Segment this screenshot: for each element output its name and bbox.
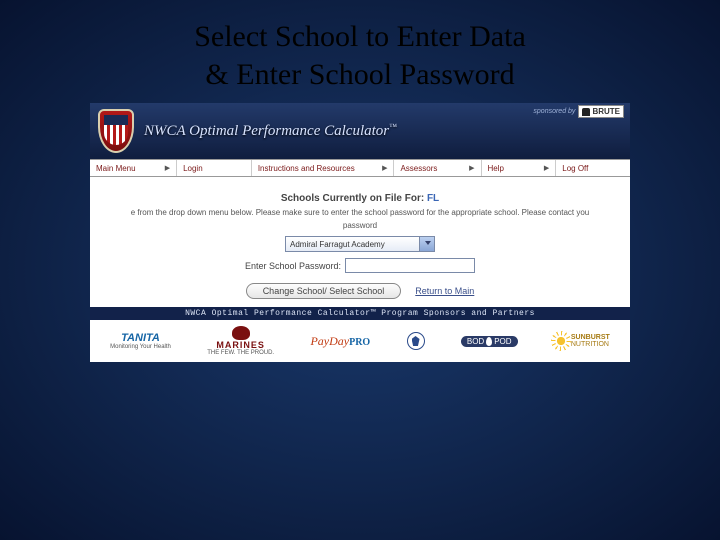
change-school-button[interactable]: Change School/ Select School (246, 283, 402, 299)
sponsor-sunburst: SUNBURST NUTRITION (554, 334, 610, 348)
sponsor-bodpod: BOD POD (461, 336, 518, 347)
nav-label: Help (488, 164, 504, 173)
nav-main-menu[interactable]: Main Menu ▶ (90, 160, 177, 176)
sponsors-row: TANITA Monitoring Your Health MARINES TH… (90, 320, 630, 362)
sponsor-tanita: TANITA Monitoring Your Health (110, 332, 171, 350)
sponsor-payday: PayDayPRO (310, 334, 370, 349)
crest-icon (407, 332, 425, 350)
nav-instructions[interactable]: Instructions and Resources ▶ (252, 160, 395, 176)
password-label: Enter School Password: (245, 261, 341, 271)
school-select-dropdown[interactable]: Admiral Farragut Academy (285, 236, 435, 252)
chevron-down-icon (425, 241, 431, 245)
state-code: FL (427, 193, 439, 204)
slide-title: Select School to Enter Data & Enter Scho… (0, 0, 720, 103)
nav-label: Instructions and Resources (258, 164, 355, 173)
brute-logo: BRUTE (578, 105, 624, 118)
nav-label: Main Menu (96, 164, 136, 173)
nav-logoff[interactable]: Log Off (556, 160, 630, 176)
trademark-symbol: ™ (389, 122, 397, 131)
app-header: NWCA Optimal Performance Calculator™ spo… (90, 103, 630, 159)
sponsored-label: sponsored by (533, 108, 575, 115)
app-title-text: NWCA Optimal Performance Calculator (144, 123, 389, 139)
bodpod-egg-icon (486, 337, 492, 346)
marines-logo: MARINES (216, 340, 265, 350)
main-navbar: Main Menu ▶ Login Instructions and Resou… (90, 159, 630, 177)
slide-title-line1: Select School to Enter Data (0, 18, 720, 56)
nav-help[interactable]: Help ▶ (482, 160, 557, 176)
school-select-value: Admiral Farragut Academy (290, 240, 385, 249)
nav-assessors[interactable]: Assessors ▶ (394, 160, 481, 176)
nav-login[interactable]: Login (177, 160, 252, 176)
sun-icon (554, 334, 568, 348)
sponsor-bar: NWCA Optimal Performance Calculator™ Pro… (90, 307, 630, 320)
schools-on-file-heading: Schools Currently on File For: FL (96, 193, 624, 204)
school-select-row: Admiral Farragut Academy (96, 236, 624, 252)
content-area: Schools Currently on File For: FL e from… (90, 177, 630, 307)
nav-label: Login (183, 164, 203, 173)
slide-title-line2: & Enter School Password (0, 56, 720, 94)
sponsor-marines: MARINES THE FEW. THE PROUD. (207, 326, 274, 356)
instruction-text: e from the drop down menu below. Please … (96, 208, 624, 217)
bodpod-logo: BOD POD (461, 336, 518, 347)
nav-label: Log Off (562, 164, 588, 173)
action-row: Change School/ Select School Return to M… (96, 283, 624, 299)
nwca-shield-logo (98, 109, 134, 153)
app-screenshot: NWCA Optimal Performance Calculator™ spo… (90, 103, 630, 362)
sponsored-by: sponsored by BRUTE (533, 105, 624, 118)
nav-label: Assessors (400, 164, 437, 173)
sponsor-crest (407, 332, 425, 350)
password-row: Enter School Password: (96, 258, 624, 273)
app-title: NWCA Optimal Performance Calculator™ (144, 122, 622, 140)
return-to-main-link[interactable]: Return to Main (415, 286, 474, 296)
marines-tagline: THE FEW. THE PROUD. (207, 350, 274, 356)
school-password-input[interactable] (345, 258, 475, 273)
chevron-right-icon: ▶ (382, 164, 387, 172)
marines-eagle-icon (232, 326, 250, 340)
tanita-tagline: Monitoring Your Health (110, 344, 171, 350)
instruction-text-2: password (96, 221, 624, 230)
payday-logo: PayDayPRO (310, 334, 370, 349)
sunburst-logo: SUNBURST NUTRITION (554, 334, 610, 348)
chevron-right-icon: ▶ (165, 164, 170, 172)
chevron-right-icon: ▶ (544, 164, 549, 172)
chevron-right-icon: ▶ (469, 164, 474, 172)
tanita-logo: TANITA (121, 332, 160, 344)
